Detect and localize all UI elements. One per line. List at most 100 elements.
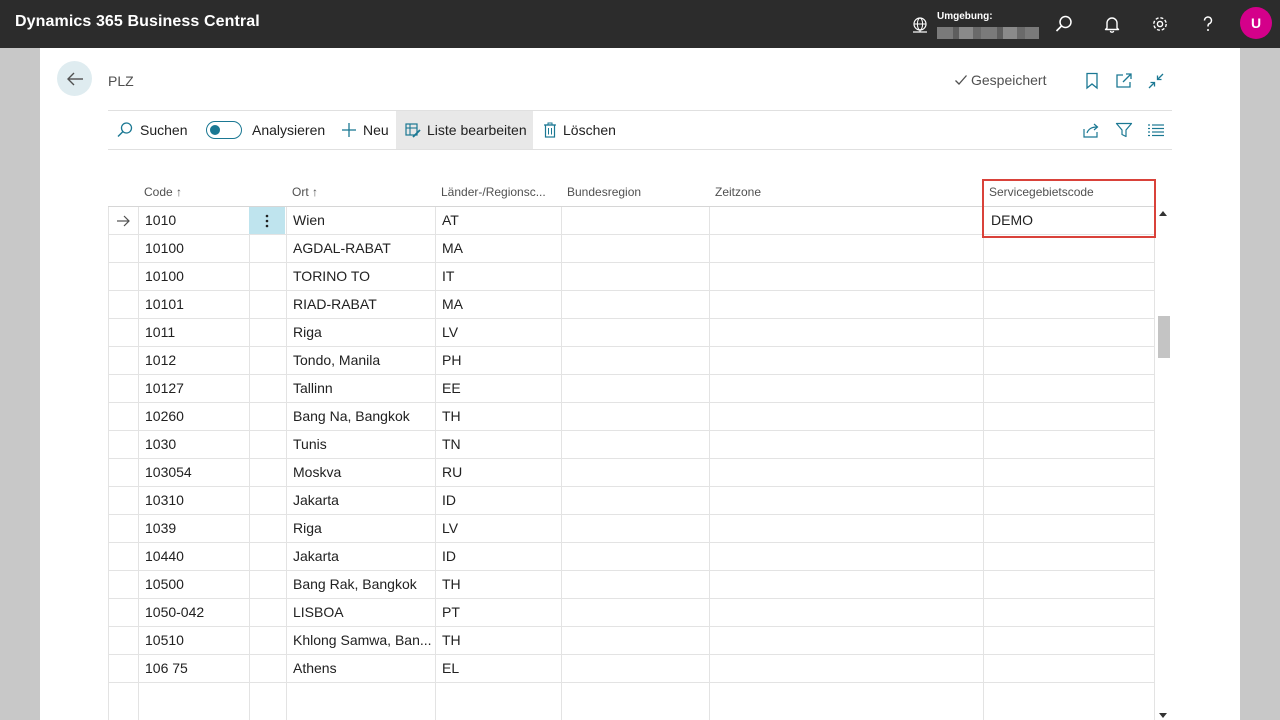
cell-city[interactable]: Jakarta [293,487,431,515]
cell-country[interactable]: IT [442,263,557,291]
cell-timezone[interactable] [716,543,979,571]
cell-code[interactable]: 10510 [145,627,245,655]
column-header-code[interactable]: Code ↑ [144,185,182,199]
delete-button[interactable]: Löschen [543,111,616,149]
table-row[interactable]: 10100 TORINO TO IT [108,263,1154,291]
gear-icon[interactable] [1146,10,1174,38]
column-header-country[interactable]: Länder-/Regionsc... [441,185,561,199]
table-row[interactable]: 10127 Tallinn EE [108,375,1154,403]
user-avatar[interactable]: U [1240,7,1272,39]
cell-county[interactable] [568,291,705,319]
scroll-down-arrow-icon[interactable] [1159,713,1167,718]
toggle-switch[interactable] [206,121,242,139]
cell-service-area[interactable] [991,655,1151,683]
cell-country[interactable]: EL [442,655,557,683]
cell-timezone[interactable] [716,375,979,403]
cell-city[interactable]: Tunis [293,431,431,459]
cell-code[interactable]: 10310 [145,487,245,515]
cell-service-area[interactable] [991,319,1151,347]
cell-country[interactable]: EE [442,375,557,403]
cell-service-area[interactable] [991,403,1151,431]
app-title[interactable]: Dynamics 365 Business Central [15,13,260,31]
cell-timezone[interactable] [716,571,979,599]
cell-code[interactable]: 1011 [145,319,245,347]
cell-city[interactable]: LISBOA [293,599,431,627]
cell-code[interactable]: 10260 [145,403,245,431]
cell-county[interactable] [568,487,705,515]
cell-timezone[interactable] [716,263,979,291]
cell-code[interactable]: 10440 [145,543,245,571]
column-header-city[interactable]: Ort ↑ [292,185,318,199]
cell-country[interactable]: PH [442,347,557,375]
table-row[interactable]: 1012 Tondo, Manila PH [108,347,1154,375]
cell-city[interactable]: Bang Rak, Bangkok [293,571,431,599]
cell-county[interactable] [568,347,705,375]
cell-country[interactable]: TN [442,431,557,459]
collapse-icon[interactable] [1145,70,1167,92]
cell-city[interactable]: Tallinn [293,375,431,403]
search-icon[interactable] [1050,10,1078,38]
list-view-icon[interactable] [1145,120,1167,140]
cell-county[interactable] [568,235,705,263]
cell-country[interactable]: ID [442,487,557,515]
cell-code[interactable]: 1010 [145,207,245,235]
new-button[interactable]: Neu [341,111,389,149]
table-row[interactable]: 10500 Bang Rak, Bangkok TH [108,571,1154,599]
cell-county[interactable] [568,655,705,683]
cell-county[interactable] [568,375,705,403]
cell-county[interactable] [568,207,705,235]
table-row[interactable]: 10310 Jakarta ID [108,487,1154,515]
cell-county[interactable] [568,431,705,459]
cell-timezone[interactable] [716,291,979,319]
cell-service-area[interactable] [991,347,1151,375]
table-row[interactable]: 106 75 Athens EL [108,655,1154,683]
cell-country[interactable]: MA [442,235,557,263]
cell-service-area[interactable] [991,375,1151,403]
cell-code[interactable]: 1030 [145,431,245,459]
cell-code[interactable]: 10100 [145,263,245,291]
table-row[interactable]: 1050-042 LISBOA PT [108,599,1154,627]
cell-city[interactable]: TORINO TO [293,263,431,291]
cell-country[interactable]: TH [442,571,557,599]
cell-service-area[interactable] [991,543,1151,571]
scroll-thumb[interactable] [1158,316,1170,358]
cell-city[interactable]: Moskva [293,459,431,487]
analyze-toggle[interactable]: Analysieren [206,111,325,149]
cell-service-area[interactable] [991,291,1151,319]
table-row[interactable]: 1011 Riga LV [108,319,1154,347]
cell-timezone[interactable] [716,319,979,347]
table-row[interactable]: 10510 Khlong Samwa, Ban... TH [108,627,1154,655]
cell-city[interactable]: AGDAL-RABAT [293,235,431,263]
cell-city[interactable]: Wien [293,207,431,235]
cell-service-area[interactable] [991,263,1151,291]
cell-county[interactable] [568,319,705,347]
cell-city[interactable]: Tondo, Manila [293,347,431,375]
scroll-up-arrow-icon[interactable] [1159,211,1167,216]
search-action[interactable]: Suchen [116,111,187,149]
cell-timezone[interactable] [716,515,979,543]
cell-country[interactable]: AT [442,207,557,235]
cell-code[interactable]: 10101 [145,291,245,319]
cell-timezone[interactable] [716,459,979,487]
cell-timezone[interactable] [716,207,979,235]
cell-country[interactable]: MA [442,291,557,319]
cell-country[interactable]: LV [442,319,557,347]
cell-country[interactable]: LV [442,515,557,543]
cell-country[interactable]: TH [442,627,557,655]
cell-service-area[interactable] [991,627,1151,655]
cell-service-area[interactable] [991,515,1151,543]
table-row[interactable]: 10440 Jakarta ID [108,543,1154,571]
cell-code[interactable]: 1050-042 [145,599,245,627]
cell-code[interactable]: 1012 [145,347,245,375]
help-icon[interactable] [1194,10,1222,38]
row-actions-menu-button[interactable] [249,207,285,234]
table-row[interactable]: 103054 Moskva RU [108,459,1154,487]
column-header-timezone[interactable]: Zeitzone [715,185,761,199]
cell-code[interactable]: 10100 [145,235,245,263]
table-row[interactable]: 1039 Riga LV [108,515,1154,543]
bookmark-icon[interactable] [1081,70,1103,92]
cell-country[interactable]: PT [442,599,557,627]
vertical-scrollbar[interactable] [1156,207,1172,720]
open-new-window-icon[interactable] [1113,70,1135,92]
table-row[interactable]: 10260 Bang Na, Bangkok TH [108,403,1154,431]
